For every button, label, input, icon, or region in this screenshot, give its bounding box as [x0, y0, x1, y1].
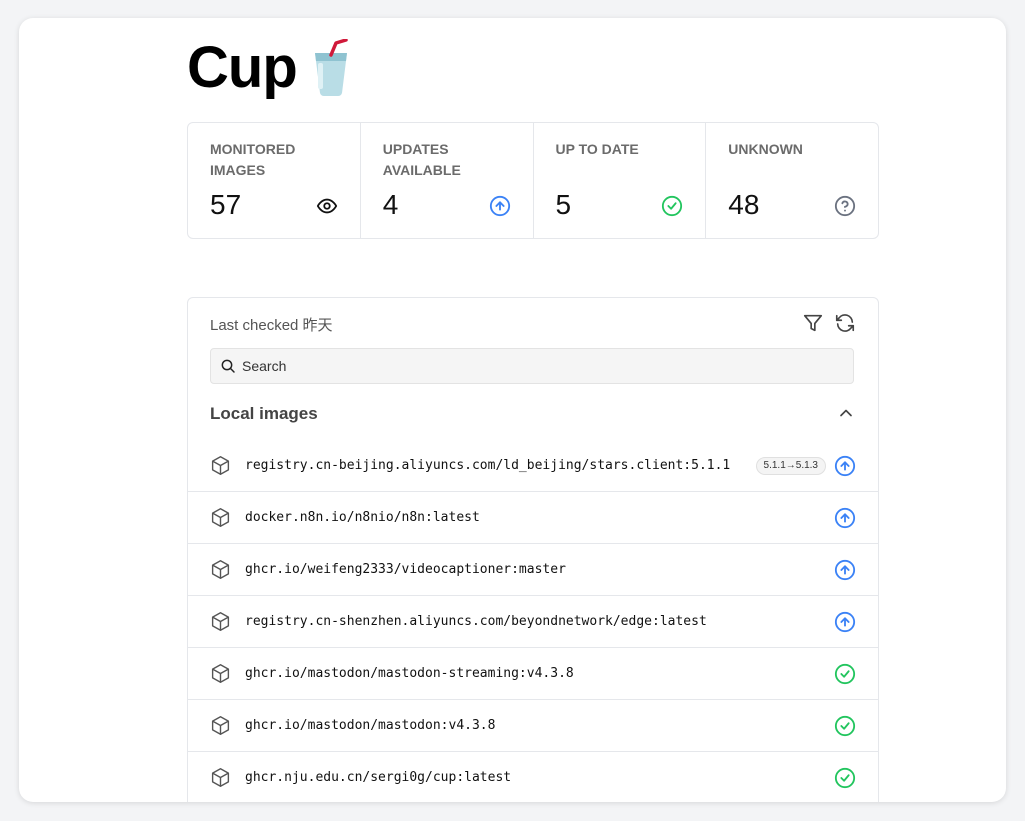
images-panel: Last checked 昨天 Local images registry.: [187, 297, 879, 802]
image-row[interactable]: registry.cn-shenzhen.aliyuncs.com/beyond…: [188, 596, 878, 648]
version-badge: 5.1.1→5.1.3: [755, 456, 826, 475]
refresh-icon[interactable]: [834, 312, 856, 334]
image-name: docker.n8n.io/n8nio/n8n:latest: [245, 510, 480, 525]
check-circle-icon: [834, 663, 856, 684]
package-icon: [211, 508, 230, 527]
arrow-up-circle-icon: [834, 559, 856, 580]
stat-up-to-date: Up to date 5: [534, 123, 707, 238]
package-icon: [211, 612, 230, 631]
image-name: ghcr.io/weifeng2333/videocaptioner:maste…: [245, 562, 566, 577]
arrow-up-circle-icon: [834, 507, 856, 528]
arrow-up-circle-icon: [489, 195, 510, 217]
image-name: registry.cn-beijing.aliyuncs.com/ld_beij…: [245, 458, 731, 473]
image-row[interactable]: ghcr.nju.edu.cn/sergi0g/cup:latest: [188, 752, 878, 802]
panel-actions: [802, 312, 856, 334]
stat-unknown: Unknown 48: [706, 123, 878, 238]
stat-value: 4: [382, 189, 399, 220]
image-name: ghcr.nju.edu.cn/sergi0g/cup:latest: [245, 770, 512, 785]
last-checked-text: Last checked 昨天: [210, 317, 333, 334]
check-circle-icon: [662, 195, 683, 217]
arrow-up-circle-icon: [834, 611, 856, 632]
search-icon: [221, 359, 235, 373]
stats-bar: Monitored images 57 Updates available 4 …: [187, 122, 879, 239]
arrow-up-circle-icon: [834, 455, 856, 476]
image-row[interactable]: registry.cn-beijing.aliyuncs.com/ld_beij…: [188, 440, 878, 492]
stat-label: Updates available: [382, 141, 461, 178]
cup-logo-icon: [314, 39, 348, 96]
stat-value: 57: [210, 189, 242, 220]
chevron-up-icon[interactable]: [836, 403, 856, 423]
image-row[interactable]: docker.n8n.io/n8nio/n8n:latest: [188, 492, 878, 544]
stat-updates-available: Updates available 4: [361, 123, 534, 238]
image-name: registry.cn-shenzhen.aliyuncs.com/beyond…: [245, 614, 707, 629]
image-row[interactable]: ghcr.io/weifeng2333/videocaptioner:maste…: [188, 544, 878, 596]
image-row[interactable]: ghcr.io/mastodon/mastodon-streaming:v4.3…: [188, 648, 878, 700]
image-name: ghcr.io/mastodon/mastodon:v4.3.8: [245, 718, 496, 733]
section-title: Local images: [210, 404, 318, 423]
main-content: Cup Monitored images 57 Updates availabl…: [187, 18, 879, 802]
stat-monitored-images: Monitored images 57: [188, 123, 361, 238]
image-name: ghcr.io/mastodon/mastodon-streaming:v4.3…: [245, 666, 574, 681]
check-circle-icon: [834, 767, 856, 788]
search-box: [210, 348, 854, 384]
header: Cup: [187, 18, 879, 118]
stat-value: 5: [555, 189, 572, 220]
package-icon: [211, 768, 230, 787]
package-icon: [211, 560, 230, 579]
package-icon: [211, 716, 230, 735]
stat-label: Unknown: [728, 141, 803, 157]
package-icon: [211, 456, 230, 475]
app-window: Cup Monitored images 57 Updates availabl…: [19, 18, 1006, 802]
stat-label: Up to date: [555, 141, 639, 157]
stat-value: 48: [728, 189, 760, 220]
image-row[interactable]: ghcr.io/mastodon/mastodon:v4.3.8: [188, 700, 878, 752]
search-input[interactable]: [240, 357, 834, 375]
check-circle-icon: [834, 715, 856, 736]
image-list: registry.cn-beijing.aliyuncs.com/ld_beij…: [188, 440, 878, 802]
stat-label: Monitored images: [210, 141, 296, 178]
package-icon: [211, 664, 230, 683]
page-title: Cup: [187, 35, 298, 100]
help-circle-icon: [834, 195, 856, 217]
eye-icon: [316, 198, 337, 214]
filter-icon[interactable]: [802, 312, 824, 334]
